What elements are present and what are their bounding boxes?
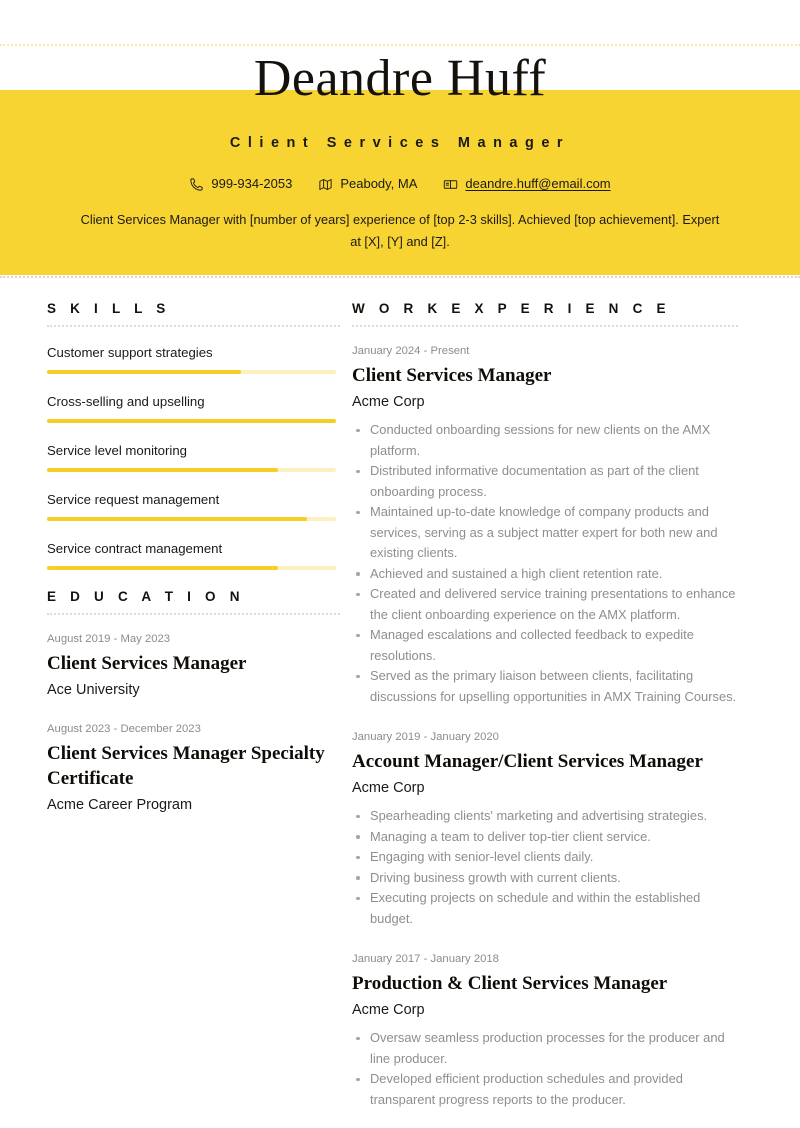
top-divider [0,44,800,46]
work-entry-bullets: Oversaw seamless production processes fo… [352,1028,738,1110]
work-entry-role: Client Services Manager [352,365,552,386]
skill-level-track [47,468,336,472]
work-entry-bullet: Developed efficient production schedules… [352,1069,738,1110]
contact-email-link[interactable]: deandre.huff@email.com [465,175,610,193]
skill-level-track [47,566,336,570]
contact-email: deandre.huff@email.com [443,175,611,193]
work-entry-bullet: Oversaw seamless production processes fo… [352,1028,738,1069]
skill-label: Customer support strategies [47,345,213,360]
education-section-divider [47,613,340,615]
resume-page: Deandre Huff Client Services Manager 999… [0,0,800,1128]
work-experience-section: W O R K E X P E R I E N C E January 2024… [352,300,738,1110]
work-entry-bullet: Maintained up-to-date knowledge of compa… [352,502,738,564]
header-job-title: Client Services Manager [229,135,571,151]
work-entry-bullet: Spearheading clients' marketing and adve… [352,806,738,827]
skill-item: Service level monitoring [47,441,340,472]
education-list: August 2019 - May 2023 Client Services Ma… [47,631,340,816]
work-experience-entry: January 2024 - Present Client Services Ma… [352,343,738,707]
contact-phone: 999-934-2053 [189,175,292,193]
education-entry-school: Ace University [47,682,140,698]
work-entry-bullet: Executing projects on schedule and withi… [352,888,738,929]
work-entry-company: Acme Corp [352,780,425,796]
education-entry-degree: Client Services Manager [47,653,247,674]
education-section: E D U C A T I O N August 2019 - May 2023… [47,588,340,816]
work-entry-bullets: Conducted onboarding sessions for new cl… [352,420,738,707]
work-entry-role: Account Manager/Client Services Manager [352,751,703,772]
work-entry-bullets: Spearheading clients' marketing and adve… [352,806,738,929]
work-entry-company: Acme Corp [352,394,425,410]
education-entry-date: August 2023 - December 2023 [47,723,201,735]
work-experience-list: January 2024 - Present Client Services Ma… [352,343,738,1110]
location-pin-icon [318,177,333,192]
work-entry-date: January 2019 - January 2020 [352,731,499,743]
phone-icon [189,177,204,192]
work-entry-bullet: Driving business growth with current cli… [352,868,738,889]
professional-summary: Client Services Manager with [number of … [80,212,720,249]
skill-item: Service request management [47,490,340,521]
header-bottom-divider [0,276,800,278]
education-entry-school: Acme Career Program [47,797,193,813]
work-entry-role: Production & Client Services Manager [352,973,668,994]
skill-level-fill [47,468,279,472]
skills-section-divider [47,325,340,327]
skill-label: Service request management [47,492,220,507]
work-entry-date: January 2017 - January 2018 [352,953,499,965]
skill-level-track [47,419,336,423]
contact-location: Peabody, MA [318,175,417,193]
work-entry-bullet: Managing a team to deliver top-tier clie… [352,827,738,848]
education-section-title: E D U C A T I O N [47,589,245,604]
right-column: W O R K E X P E R I E N C E January 2024… [340,300,800,1128]
skills-section: S K I L L S Customer support strategies C… [47,300,340,570]
skill-level-fill [47,517,308,521]
work-entry-bullet: Conducted onboarding sessions for new cl… [352,420,738,461]
work-entry-bullet: Achieved and sustained a high client ret… [352,564,738,585]
page-title: Deandre Huff [253,50,547,107]
skill-level-track [47,370,336,374]
resume-body: S K I L L S Customer support strategies C… [0,300,800,1128]
skills-section-title: S K I L L S [47,301,171,316]
work-entry-date: January 2024 - Present [352,345,470,357]
work-entry-bullet: Served as the primary liaison between cl… [352,666,738,707]
skill-level-fill [47,370,241,374]
skill-level-track [47,517,336,521]
mailbox-icon [443,177,458,192]
work-experience-entry: January 2017 - January 2018 Production & … [352,951,738,1110]
skill-label: Cross-selling and upselling [47,394,205,409]
work-experience-entry: January 2019 - January 2020 Account Manag… [352,729,738,929]
work-entry-bullet: Created and delivered service training p… [352,584,738,625]
skill-item: Service contract management [47,539,340,570]
work-entry-bullet: Distributed informative documentation as… [352,461,738,502]
work-entry-bullet: Managed escalations and collected feedba… [352,625,738,666]
skill-label: Service contract management [47,541,223,556]
skill-item: Cross-selling and upselling [47,392,340,423]
skill-level-fill [47,419,336,423]
work-experience-section-divider [352,325,738,327]
education-entry: August 2019 - May 2023 Client Services Ma… [47,631,340,701]
skill-level-fill [47,566,279,570]
work-entry-bullet: Engaging with senior-level clients daily… [352,847,738,868]
skill-item: Customer support strategies [47,343,340,374]
education-entry: August 2023 - December 2023 Client Servic… [47,721,340,816]
work-entry-company: Acme Corp [352,1002,425,1018]
left-column: S K I L L S Customer support strategies C… [0,300,340,836]
education-entry-date: August 2019 - May 2023 [47,633,171,645]
education-entry-degree: Client Services Manager Specialty Certif… [47,743,325,789]
contact-row: 999-934-2053 Peabody, MA deandre.huff@em… [0,175,800,193]
skills-list: Customer support strategies Cross-selling… [47,343,340,570]
skill-label: Service level monitoring [47,443,187,458]
contact-location-value: Peabody, MA [340,176,418,191]
work-experience-section-title: W O R K E X P E R I E N C E [352,301,671,316]
contact-phone-value: 999-934-2053 [211,176,293,191]
